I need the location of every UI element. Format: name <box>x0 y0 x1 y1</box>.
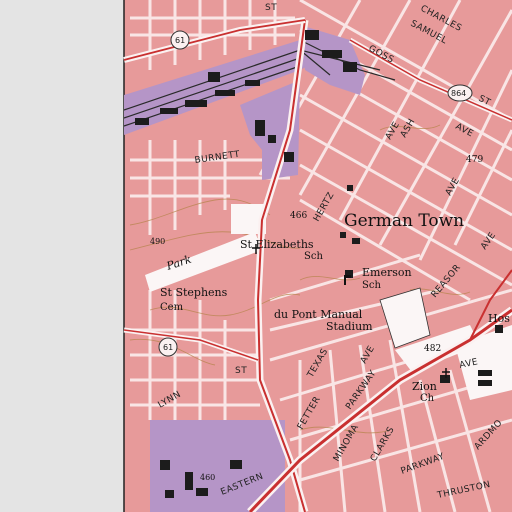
elevation-482: 482 <box>424 344 441 354</box>
stadium-label-line2: Stadium <box>326 320 373 333</box>
route-shield-864: 864 <box>447 84 473 102</box>
svg-text:61: 61 <box>175 36 185 45</box>
church-label: St Elizabeths <box>240 238 314 251</box>
zion-church-label-line1: Zion <box>412 380 437 393</box>
topographic-map[interactable]: 61 61 864 German Town St Elizabeths Sch … <box>0 0 512 512</box>
svg-text:864: 864 <box>451 89 466 98</box>
elevation-466: 466 <box>290 211 307 221</box>
hospital-label: Hos <box>488 312 510 325</box>
emerson-school-label-line1: Emerson <box>362 266 412 279</box>
route-shield-61-top: 61 <box>170 30 190 50</box>
contour-label-490: 490 <box>150 237 165 246</box>
street-label-st-left: ST <box>235 366 247 376</box>
church-school-label: Sch <box>304 251 323 262</box>
emerson-school-label-line2: Sch <box>362 280 381 291</box>
svg-text:61: 61 <box>163 343 173 352</box>
cemetery-label-line2: Cem <box>160 302 184 313</box>
map-viewport[interactable]: 61 61 864 German Town St Elizabeths Sch … <box>0 0 512 512</box>
cemetery-label-line1: St Stephens <box>160 286 228 299</box>
street-label-st-top: ST <box>265 3 277 13</box>
contour-label-460: 460 <box>200 473 215 482</box>
route-shield-61-bottom: 61 <box>158 337 178 357</box>
elevation-479: 479 <box>466 155 483 165</box>
neighborhood-label: German Town <box>344 211 464 231</box>
zion-church-label-line2: Ch <box>420 393 435 404</box>
